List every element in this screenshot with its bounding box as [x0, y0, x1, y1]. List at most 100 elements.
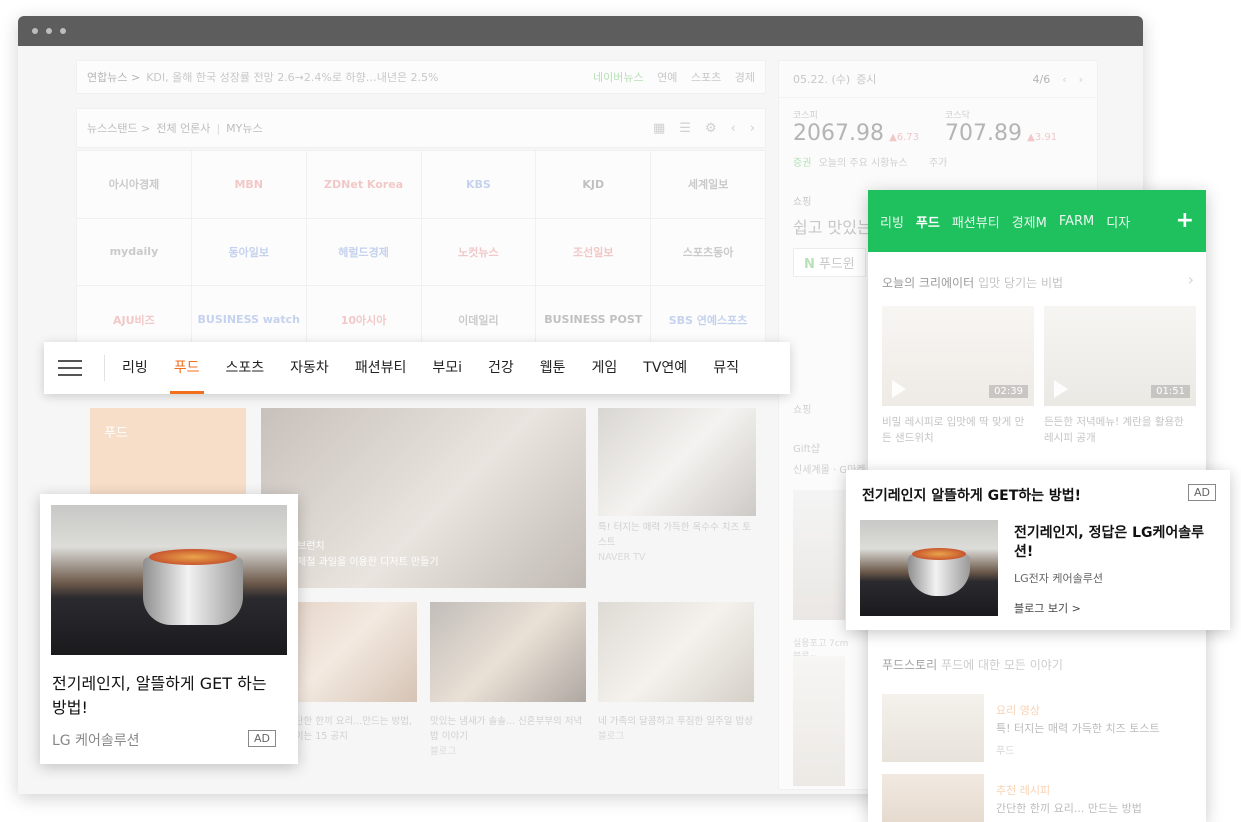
tab-entertainment[interactable]: 연예 — [657, 71, 677, 84]
publisher-logo[interactable]: 조선일보 — [536, 218, 651, 286]
publisher-logo[interactable]: 아시아경제 — [77, 151, 191, 218]
tab-game[interactable]: 게임 — [584, 342, 626, 394]
video-thumbnail[interactable]: 01:51 — [1044, 306, 1196, 406]
publisher-logo[interactable]: MBN — [191, 151, 306, 218]
toast-video-text[interactable]: 특! 터지는 매력 가득한 옥수수 치즈 토스트 NAVER TV — [598, 520, 756, 565]
publisher-grid: 아시아경제 MBN ZDNet Korea KBS KJD 세계일보 mydai… — [76, 150, 766, 354]
publisher-logo[interactable]: 헤럴드경제 — [306, 218, 421, 286]
publisher-logo[interactable]: 스포츠동아 — [651, 218, 765, 286]
window-maximize-dot[interactable] — [60, 28, 66, 34]
toast-video-source: NAVER TV — [598, 552, 646, 563]
kosdaq-value: 707.89 — [945, 121, 1023, 146]
mobile-category-nav: 리빙 푸드 패션뷰티 경제M FARM 디자 + — [868, 190, 1206, 252]
tab-sports[interactable]: 스포츠 — [218, 342, 273, 394]
creator-section-header[interactable]: 오늘의 크리에이터 입맛 당기는 비법 — [882, 274, 1063, 291]
content-thumbnail[interactable] — [598, 602, 754, 702]
story-title: 푸드스토리 — [882, 658, 938, 672]
window-minimize-dot[interactable] — [46, 28, 52, 34]
publisher-logo[interactable]: 동아일보 — [191, 218, 306, 286]
video-caption[interactable]: 든든한 저녁메뉴! 계란을 활용한 레시피 공개 — [1044, 414, 1194, 446]
stock-news-text: 오늘의 주요 시황뉴스 — [818, 158, 908, 169]
stock-news-line[interactable]: 증권 오늘의 주요 시황뉴스 주가 — [779, 146, 1097, 177]
video-caption[interactable]: 비밀 레시피로 입맛에 딱 맞게 만든 샌드위치 — [882, 414, 1032, 446]
ad-headline: 전기레인지, 정답은 LG케어솔루션! — [1014, 525, 1205, 560]
publisher-logo[interactable]: ZDNet Korea — [306, 151, 421, 218]
story-thumbnail[interactable] — [882, 694, 984, 762]
publisher-logo[interactable]: KBS — [421, 151, 536, 218]
tab-economy[interactable]: 경제 — [735, 71, 755, 84]
prev-arrow-icon[interactable]: ‹ — [731, 121, 736, 136]
ad-card-right[interactable]: 전기레인지 알뜰하게 GET하는 방법! AD 전기레인지, 정답은 LG케어솔… — [846, 470, 1230, 630]
browser-titlebar — [18, 16, 1143, 46]
next-arrow-icon[interactable]: › — [750, 121, 755, 136]
next-arrow-icon[interactable]: › — [1079, 73, 1083, 86]
settings-gear-icon[interactable]: ⚙ — [705, 121, 717, 136]
headline-news-bar: 연합뉴스 > KDI, 올해 한국 성장률 전망 2.6→2.4%로 하향…내년… — [76, 60, 766, 94]
main-food-image[interactable]: 브런치 제철 과일을 이용한 디저트 만들기 — [261, 408, 586, 588]
story-item-title[interactable]: 간단한 한끼 요리... 만드는 방법 — [996, 800, 1142, 816]
publisher-logo[interactable]: 세계일보 — [651, 151, 765, 218]
mobile-tab-economy-m[interactable]: 경제M — [1012, 212, 1047, 231]
tab-sports[interactable]: 스포츠 — [691, 71, 721, 84]
tab-parenting[interactable]: 부모i — [424, 342, 470, 394]
toast-video-title: 특! 터지는 매력 가득한 옥수수 치즈 토스트 — [598, 522, 752, 548]
news-headline[interactable]: KDI, 올해 한국 성장률 전망 2.6→2.4%로 하향…내년은 2.5% — [146, 69, 583, 85]
food-story-header[interactable]: 푸드스토리 푸드에 대한 모든 이야기 — [882, 656, 1063, 673]
story-tag: 추천 레시피 — [996, 784, 1051, 797]
tab-music[interactable]: 뮤직 — [705, 342, 747, 394]
stock-search-label[interactable]: 주가 — [929, 158, 947, 169]
publisher-logo[interactable]: KJD — [536, 151, 651, 218]
add-tab-plus-icon[interactable]: + — [1176, 208, 1194, 233]
mobile-tab-design[interactable]: 디자 — [1106, 212, 1130, 231]
content-text[interactable]: 네 가족의 달콤하고 푸짐한 일주일 밥상 블로그 — [598, 714, 754, 744]
kospi-index[interactable]: 코스피 2067.98 ▲6.73 — [793, 108, 919, 146]
content-thumbnail[interactable] — [430, 602, 586, 702]
pot-illustration — [143, 549, 243, 625]
tab-living[interactable]: 리빙 — [114, 342, 156, 394]
ad-title: 전기레인지, 알뜰하게 GET 하는 방법! — [52, 674, 267, 717]
ad-card-left[interactable]: 전기레인지, 알뜰하게 GET 하는 방법! LG 케어솔루션 AD — [40, 494, 298, 764]
story-thumbnail[interactable] — [882, 774, 984, 822]
tab-auto[interactable]: 자동차 — [282, 342, 337, 394]
mobile-tab-living[interactable]: 리빙 — [880, 212, 904, 231]
prev-arrow-icon[interactable]: ‹ — [1062, 73, 1066, 86]
video-thumbnail[interactable]: 02:39 — [882, 306, 1034, 406]
news-source[interactable]: 연합뉴스 > — [87, 69, 140, 85]
finance-page: 4/6 — [1032, 72, 1051, 86]
video-duration: 01:51 — [1151, 385, 1190, 398]
grid-view-icon[interactable]: ▦ — [653, 121, 665, 136]
content-text[interactable]: 간단한 한끼 요리...만드는 방법, 모이는 15 공지 — [286, 714, 416, 744]
toast-video-thumbnail[interactable] — [598, 408, 756, 516]
all-publishers-tab[interactable]: 전체 언론사 — [156, 120, 210, 136]
story-item-title[interactable]: 특! 터지는 매력 가득한 치즈 토스트 — [996, 720, 1160, 736]
food-window-label: 푸드윈 — [818, 257, 855, 272]
tab-tv-entertainment[interactable]: TV연예 — [635, 342, 695, 394]
shopping-thumbnail[interactable] — [793, 490, 845, 620]
ad-advertiser: LG전자 케어솔루션 — [1014, 572, 1103, 585]
publisher-logo[interactable]: 노컷뉴스 — [421, 218, 536, 286]
blog-view-link[interactable]: 블로그 보기 > — [1014, 600, 1081, 616]
kosdaq-index[interactable]: 코스닥 707.89 ▲3.91 — [945, 108, 1057, 146]
my-news-tab[interactable]: MY뉴스 — [226, 120, 262, 136]
food-window-button[interactable]: N 푸드윈 — [793, 248, 866, 277]
list-view-icon[interactable]: ☰ — [679, 121, 691, 136]
shopping-side-line[interactable]: Gift샵 — [793, 440, 866, 455]
chevron-right-icon[interactable]: › — [1188, 270, 1194, 289]
ad-advertiser: LG 케어솔루션 — [52, 733, 140, 749]
window-close-dot[interactable] — [32, 28, 38, 34]
mobile-tab-food[interactable]: 푸드 — [916, 212, 940, 231]
tab-naver-news[interactable]: 네이버뉴스 — [593, 71, 644, 84]
tab-fashion-beauty[interactable]: 패션뷰티 — [347, 342, 415, 394]
publisher-logo[interactable]: mydaily — [77, 218, 191, 286]
mobile-tab-farm[interactable]: FARM — [1059, 214, 1094, 229]
newsstand-link[interactable]: 뉴스스탠드 > — [87, 120, 150, 136]
play-icon — [1054, 380, 1068, 398]
tab-health[interactable]: 건강 — [480, 342, 522, 394]
food-category-tile[interactable]: 푸드 — [90, 408, 246, 506]
content-text[interactable]: 맛있는 냄새가 솔솔... 신혼부부의 저녁밥 이야기 블로그 — [430, 714, 586, 759]
mobile-tab-fashion-beauty[interactable]: 패션뷰티 — [952, 212, 1000, 231]
menu-hamburger-icon[interactable] — [58, 360, 82, 376]
tab-webtoon[interactable]: 웹툰 — [532, 342, 574, 394]
tab-food[interactable]: 푸드 — [166, 342, 208, 394]
shopping-thumbnail[interactable] — [793, 656, 845, 786]
